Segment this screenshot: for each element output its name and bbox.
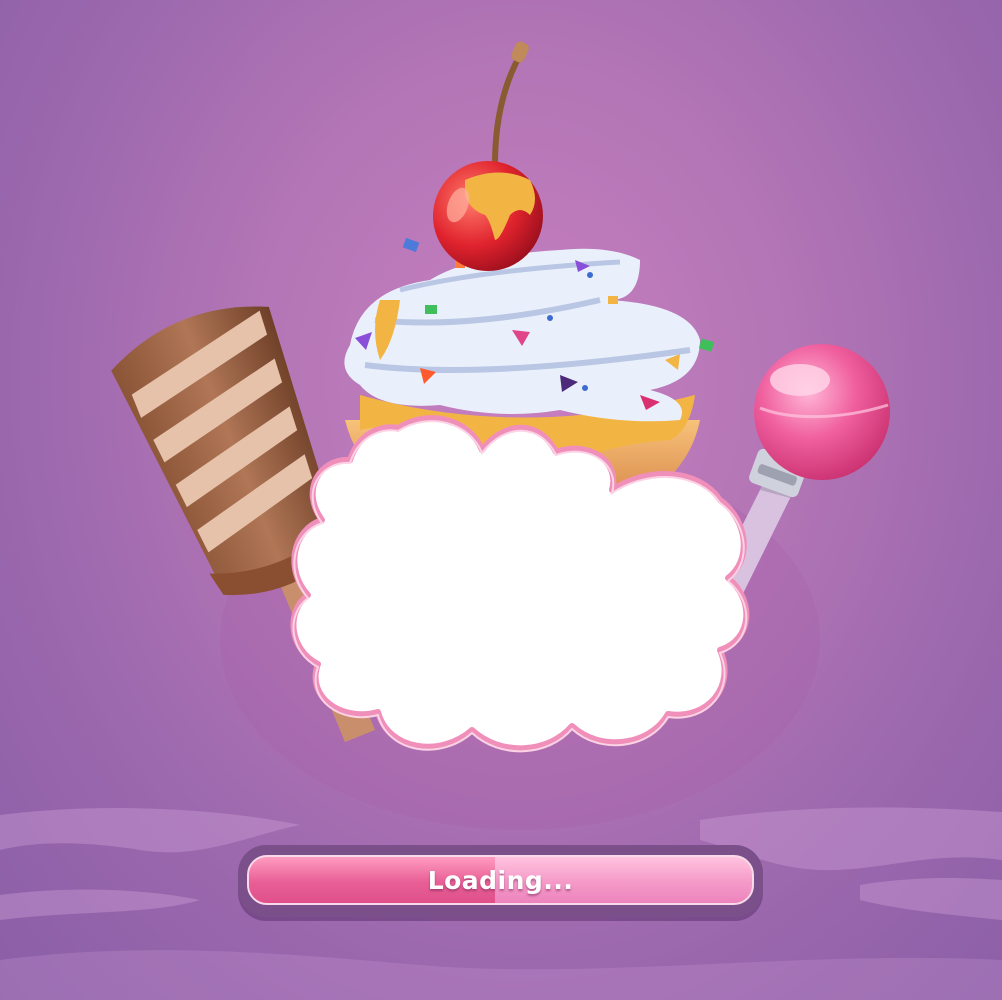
- loading-label: Loading...: [427, 865, 574, 895]
- cherry: [433, 41, 543, 271]
- name-panel-text: [330, 520, 710, 680]
- whipped-cream: [344, 237, 715, 422]
- loading-screen: Loading...: [0, 0, 1002, 1000]
- loading-bar: Loading...: [238, 845, 763, 917]
- loading-track: Loading...: [247, 855, 754, 905]
